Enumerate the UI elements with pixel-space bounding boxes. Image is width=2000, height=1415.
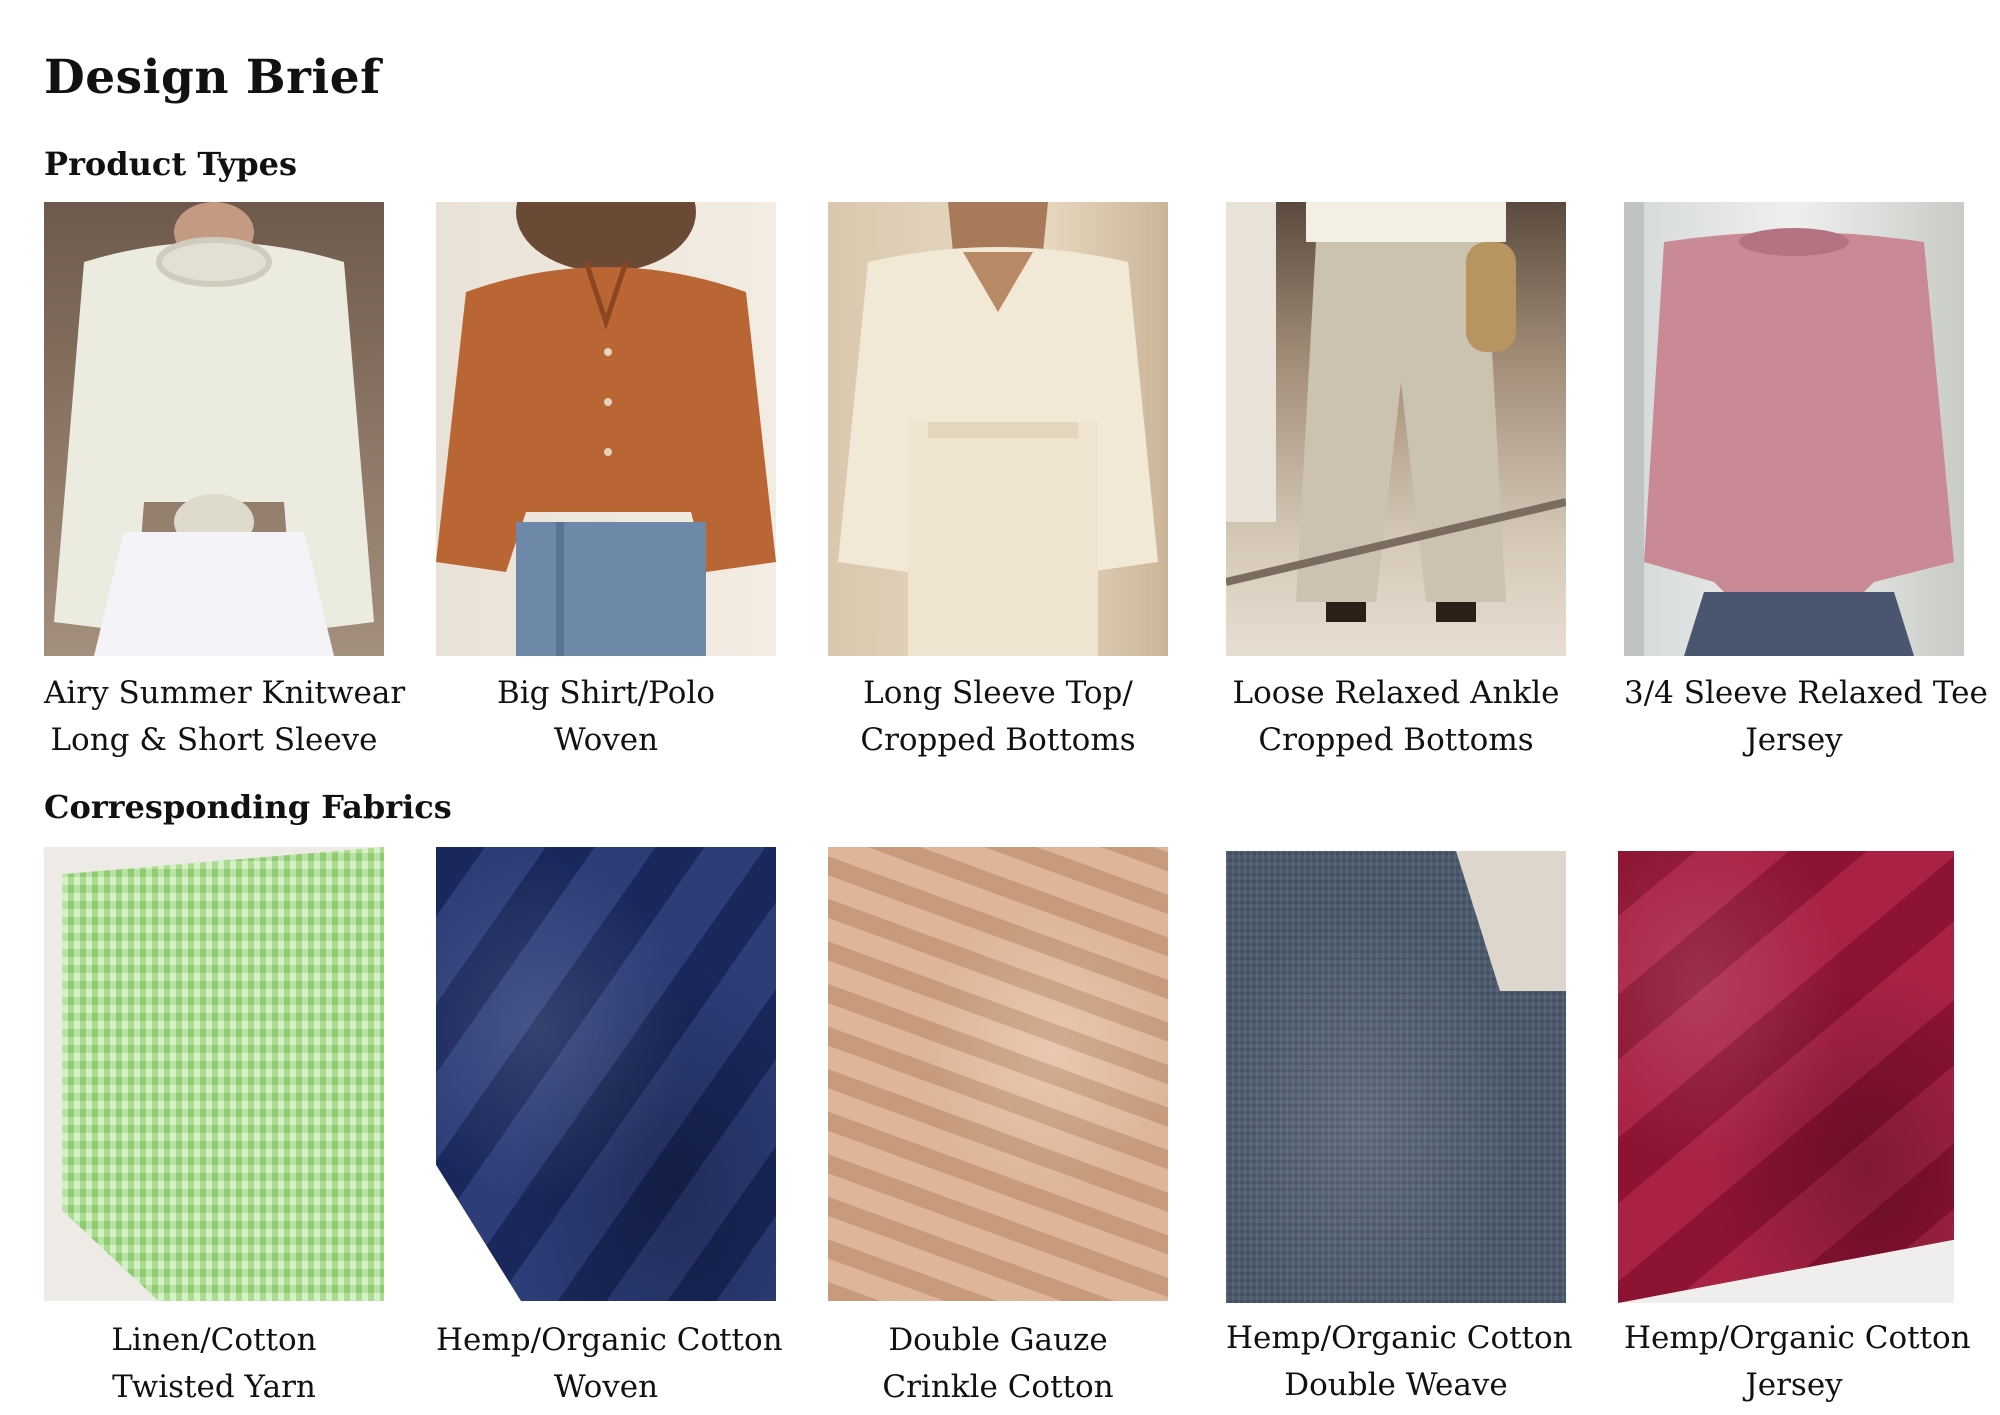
fabric-caption: Double Gauze Crinkle Cotton <box>828 1317 1168 1411</box>
product-caption-line2: Woven <box>553 722 659 758</box>
product-card-relaxed-pants: Loose Relaxed Ankle Cropped Bottoms <box>1226 202 1566 764</box>
product-card-big-shirt: Big Shirt/Polo Woven <box>436 202 776 764</box>
fabric-caption-line1: Hemp/Organic Cotton <box>436 1322 783 1358</box>
fabric-caption-line1: Linen/Cotton <box>111 1322 317 1358</box>
product-photo-big-shirt <box>436 202 776 656</box>
fabric-caption-line2: Woven <box>553 1369 659 1405</box>
fabric-caption-line2: Jersey <box>1745 1367 1843 1403</box>
fabric-caption-line2: Double Weave <box>1284 1367 1508 1403</box>
product-photo-long-sleeve-top <box>828 202 1168 656</box>
fabric-swatch-double-gauze <box>828 847 1168 1301</box>
product-photo-relaxed-tee <box>1624 202 1964 656</box>
fabric-card-double-gauze: Double Gauze Crinkle Cotton <box>828 847 1168 1411</box>
product-caption-line2: Cropped Bottoms <box>1258 722 1534 758</box>
fabric-card-hemp-jersey: Hemp/Organic Cotton Jersey <box>1618 851 1971 1409</box>
fabric-swatch-hemp-woven <box>436 847 776 1301</box>
product-caption-line2: Cropped Bottoms <box>860 722 1136 758</box>
product-caption-line1: 3/4 Sleeve Relaxed Tee <box>1624 675 1988 711</box>
product-card-knitwear: Airy Summer Knitwear Long & Short Sleeve <box>44 202 406 764</box>
fabric-caption-line1: Hemp/Organic Cotton <box>1226 1320 1573 1356</box>
product-photo-knitwear <box>44 202 384 656</box>
product-caption: Airy Summer Knitwear Long & Short Sleeve <box>44 670 406 764</box>
product-photo-relaxed-pants <box>1226 202 1566 656</box>
fabric-caption-line1: Hemp/Organic Cotton <box>1624 1320 1971 1356</box>
product-caption-line2: Long & Short Sleeve <box>50 722 378 758</box>
fabric-caption-line1: Double Gauze <box>888 1322 1108 1358</box>
product-caption: Big Shirt/Polo Woven <box>436 670 776 764</box>
section-title-product-types: Product Types <box>44 145 297 183</box>
fabric-caption: Hemp/Organic Cotton Jersey <box>1624 1315 1971 1409</box>
fabric-caption: Hemp/Organic Cotton Double Weave <box>1226 1315 1573 1409</box>
fabric-caption: Hemp/Organic Cotton Woven <box>436 1317 783 1411</box>
product-caption: 3/4 Sleeve Relaxed Tee Jersey <box>1624 670 1988 764</box>
fabric-swatch-hemp-double-weave <box>1226 851 1566 1303</box>
product-caption-line1: Long Sleeve Top/ <box>863 675 1133 711</box>
fabric-card-hemp-woven: Hemp/Organic Cotton Woven <box>436 847 783 1411</box>
product-caption: Long Sleeve Top/ Cropped Bottoms <box>828 670 1168 764</box>
fabric-caption: Linen/Cotton Twisted Yarn <box>44 1317 384 1411</box>
page-title: Design Brief <box>44 50 381 105</box>
product-caption-line1: Airy Summer Knitwear <box>44 675 406 711</box>
section-title-corresponding-fabrics: Corresponding Fabrics <box>44 788 452 826</box>
product-card-relaxed-tee: 3/4 Sleeve Relaxed Tee Jersey <box>1624 202 1988 764</box>
fabric-caption-line2: Crinkle Cotton <box>882 1369 1114 1405</box>
product-caption-line1: Loose Relaxed Ankle <box>1232 675 1560 711</box>
fabric-swatch-linen-cotton <box>44 847 384 1301</box>
fabric-card-hemp-double-weave: Hemp/Organic Cotton Double Weave <box>1226 851 1573 1409</box>
fabric-caption-line2: Twisted Yarn <box>112 1369 316 1405</box>
product-caption-line2: Jersey <box>1745 722 1843 758</box>
fabric-card-linen-cotton: Linen/Cotton Twisted Yarn <box>44 847 384 1411</box>
fabric-swatch-hemp-jersey <box>1618 851 1954 1303</box>
product-card-long-sleeve-top: Long Sleeve Top/ Cropped Bottoms <box>828 202 1168 764</box>
product-caption-line1: Big Shirt/Polo <box>496 675 716 711</box>
product-caption: Loose Relaxed Ankle Cropped Bottoms <box>1226 670 1566 764</box>
